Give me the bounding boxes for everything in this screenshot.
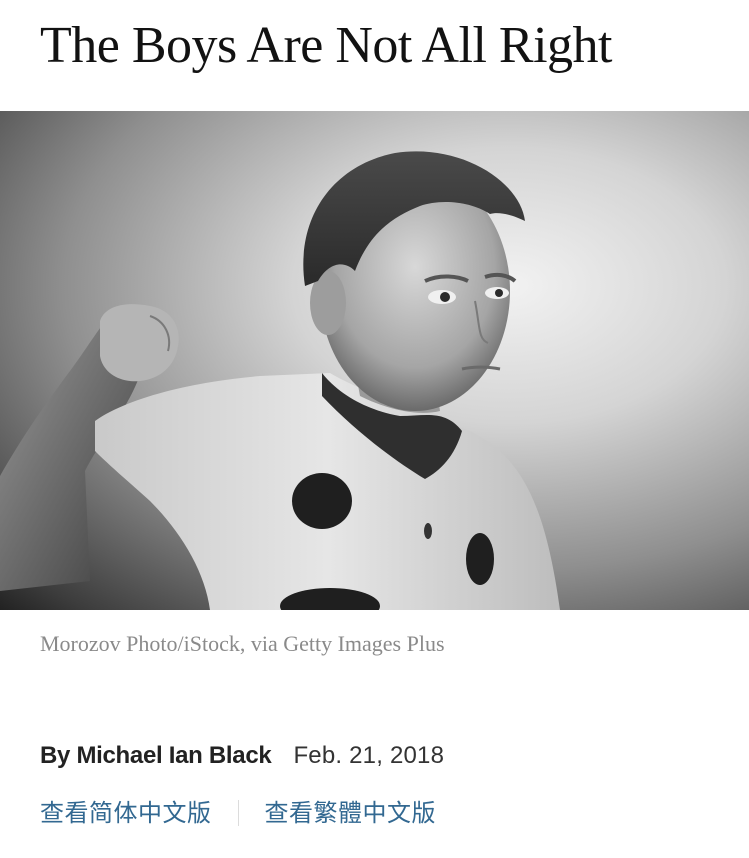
simplified-chinese-link[interactable]: 查看简体中文版 <box>40 795 212 831</box>
article-headline: The Boys Are Not All Right <box>40 17 613 74</box>
photo-credit: Morozov Photo/iStock, via Getty Images P… <box>40 631 445 656</box>
boy-flexing-illustration <box>0 151 560 610</box>
article-photo <box>0 111 749 610</box>
language-links: 查看简体中文版 查看繁體中文版 <box>40 795 436 831</box>
author-byline[interactable]: By Michael Ian Black <box>40 742 272 769</box>
publish-date: Feb. 21, 2018 <box>293 742 445 769</box>
divider <box>237 800 239 826</box>
traditional-chinese-link[interactable]: 查看繁體中文版 <box>265 795 437 831</box>
byline-row: By Michael Ian Black Feb. 21, 2018 <box>40 740 444 772</box>
